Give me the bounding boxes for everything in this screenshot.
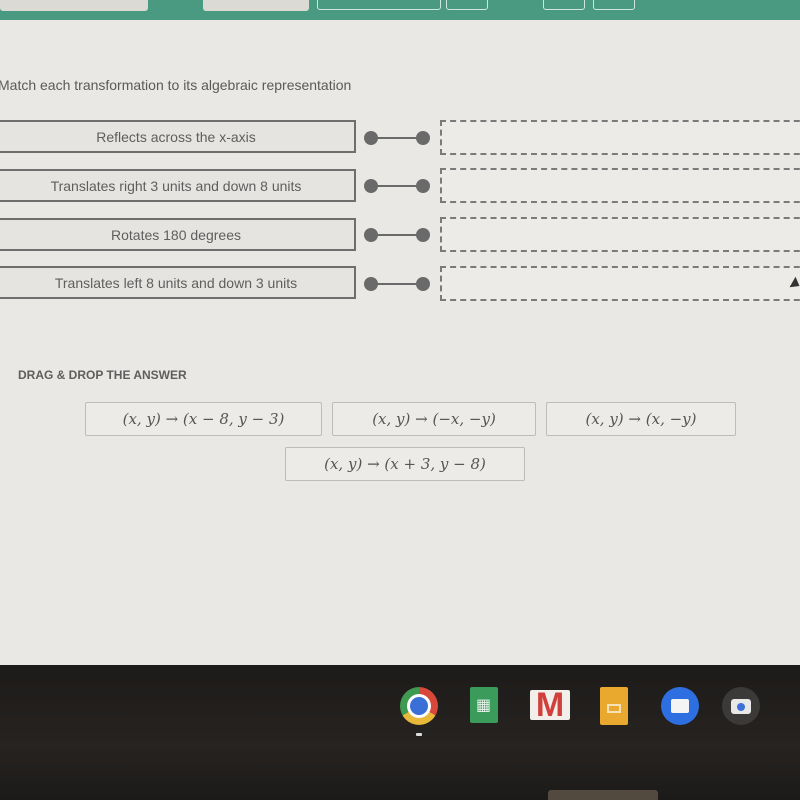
laptop-bezel-logo: [548, 790, 658, 800]
running-indicator: [416, 733, 422, 736]
connector-icon: [364, 179, 436, 193]
toolbar-button-5[interactable]: [543, 0, 585, 10]
toolbar-button-6[interactable]: [593, 0, 635, 10]
chrome-icon[interactable]: [400, 687, 438, 725]
answer-option-rotate-180[interactable]: (x, y) → (−x, −y): [332, 402, 536, 436]
sheets-icon[interactable]: [470, 687, 498, 723]
answer-option-translate-right-3-down-8[interactable]: (x, y) → (x + 3, y − 8): [285, 447, 525, 481]
answer-bank-title: DRAG & DROP THE ANSWER: [18, 368, 187, 382]
toolbar-button-4[interactable]: [446, 0, 488, 10]
toolbar-button-3[interactable]: [317, 0, 441, 10]
toolbar-button-1[interactable]: [0, 0, 148, 11]
drop-zone-1[interactable]: [440, 120, 800, 155]
instructions: Match each transformation to its algebra…: [0, 77, 352, 93]
answer-option-reflect-x-axis[interactable]: (x, y) → (x, −y): [546, 402, 736, 436]
prompt-translate-right-3-down-8: Translates right 3 units and down 8 unit…: [0, 169, 356, 202]
slides-icon[interactable]: [600, 687, 628, 725]
connector-icon: [364, 277, 436, 291]
connector-icon: [364, 131, 436, 145]
camera-icon[interactable]: [722, 687, 760, 725]
answer-option-translate-left-8-down-3[interactable]: (x, y) → (x − 8, y − 3): [85, 402, 322, 436]
drop-zone-3[interactable]: [440, 217, 800, 252]
drop-zone-4[interactable]: [440, 266, 800, 301]
drop-zone-2[interactable]: [440, 168, 800, 203]
prompt-translate-left-8-down-3: Translates left 8 units and down 3 units: [0, 266, 356, 299]
gmail-icon[interactable]: M: [530, 690, 570, 720]
connector-icon: [364, 228, 436, 242]
prompt-rotate-180: Rotates 180 degrees: [0, 218, 356, 251]
question-page: Match each transformation to its algebra…: [0, 20, 800, 665]
os-shelf: M: [0, 665, 800, 800]
toolbar-button-2[interactable]: [203, 0, 309, 11]
files-icon[interactable]: [661, 687, 699, 725]
prompt-reflect-x-axis: Reflects across the x-axis: [0, 120, 356, 153]
top-toolbar: [0, 0, 800, 20]
